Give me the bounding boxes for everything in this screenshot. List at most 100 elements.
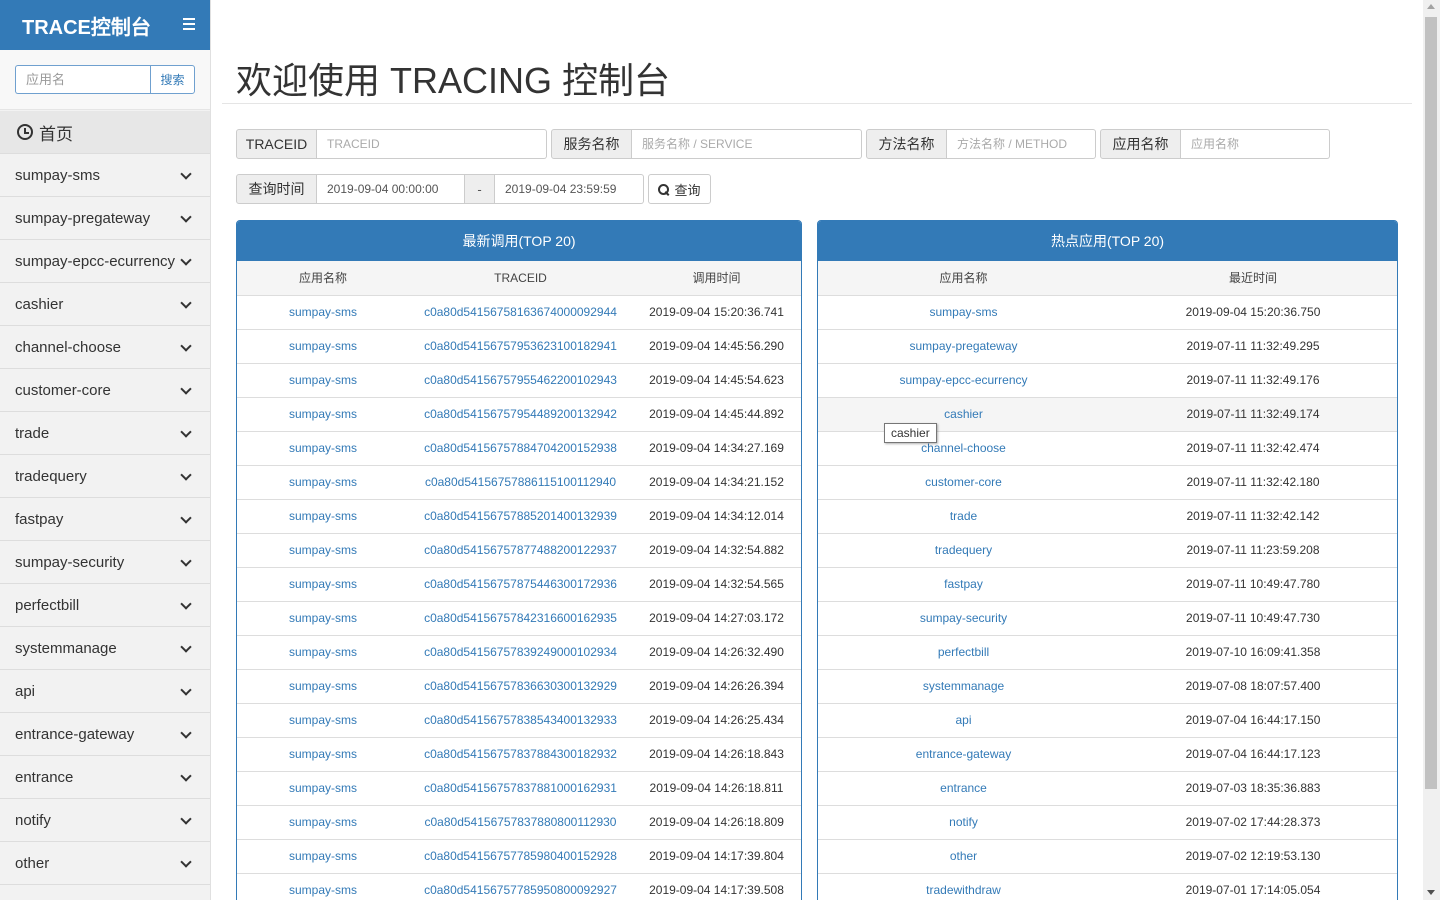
page-scrollbar[interactable] — [1423, 0, 1440, 900]
sidebar-item-sumpay-epcc-ecurrency[interactable]: sumpay-epcc-ecurrency — [0, 240, 210, 283]
traceid-link[interactable]: c0a80d54156757884704200152938 — [409, 430, 632, 465]
chevron-down-icon[interactable] — [180, 426, 192, 438]
scroll-down-arrow-icon[interactable] — [1427, 890, 1435, 895]
app-name-link[interactable]: other — [818, 838, 1109, 873]
app-search-input[interactable] — [15, 65, 150, 94]
sidebar-item-other[interactable]: other — [0, 842, 210, 885]
traceid-link[interactable]: c0a80d54156757886115100112940 — [409, 464, 632, 499]
chevron-down-icon[interactable] — [180, 555, 192, 567]
sidebar-item-home[interactable]: 首页 — [0, 111, 210, 154]
sidebar-item-api[interactable]: api — [0, 670, 210, 713]
app-name-link[interactable]: fastpay — [818, 566, 1109, 601]
app-name-link[interactable]: sumpay-sms — [237, 498, 409, 533]
app-name-link[interactable]: sumpay-sms — [237, 702, 409, 737]
chevron-down-icon[interactable] — [180, 641, 192, 653]
sidebar-item-perfectbill[interactable]: perfectbill — [0, 584, 210, 627]
app-name-link[interactable]: notify — [818, 804, 1109, 839]
app-search-button[interactable]: 搜索 — [150, 65, 195, 94]
chevron-down-icon[interactable] — [180, 383, 192, 395]
app-name-link[interactable]: sumpay-sms — [237, 532, 409, 567]
app-name-link[interactable]: entrance — [818, 770, 1109, 805]
chevron-down-icon[interactable] — [180, 856, 192, 868]
end-time-input[interactable] — [495, 174, 644, 204]
app-name-link[interactable]: sumpay-sms — [237, 294, 409, 329]
traceid-link[interactable]: c0a80d54156757839249000102934 — [409, 634, 632, 669]
app-name-link[interactable]: sumpay-sms — [237, 770, 409, 805]
app-name-link[interactable]: sumpay-sms — [237, 328, 409, 363]
app-name-link[interactable]: trade — [818, 498, 1109, 533]
sidebar-item-sumpay-pregateway[interactable]: sumpay-pregateway — [0, 197, 210, 240]
traceid-link[interactable]: c0a80d54156757785980400152928 — [409, 838, 632, 873]
traceid-link[interactable]: c0a80d54156757955462200102943 — [409, 362, 632, 397]
chevron-down-icon[interactable] — [180, 727, 192, 739]
chevron-down-icon[interactable] — [180, 340, 192, 352]
traceid-link[interactable]: c0a80d54156757875446300172936 — [409, 566, 632, 601]
traceid-link[interactable]: c0a80d54156757837884300182932 — [409, 736, 632, 771]
chevron-down-icon[interactable] — [180, 512, 192, 524]
sidebar-item-systemmanage[interactable]: systemmanage — [0, 627, 210, 670]
app-name-link[interactable]: customer-core — [818, 464, 1109, 499]
app-name-link[interactable]: sumpay-sms — [237, 362, 409, 397]
sidebar-item-sumpay-sms[interactable]: sumpay-sms — [0, 154, 210, 197]
method-input[interactable] — [947, 129, 1096, 159]
sidebar-item-fastpay[interactable]: fastpay — [0, 498, 210, 541]
sidebar-item-trade[interactable]: trade — [0, 412, 210, 455]
chevron-down-icon[interactable] — [180, 168, 192, 180]
traceid-link[interactable]: c0a80d54156757837881000162931 — [409, 770, 632, 805]
traceid-link[interactable]: c0a80d54156757837880800112930 — [409, 804, 632, 839]
traceid-link[interactable]: c0a80d54156757885201400132939 — [409, 498, 632, 533]
app-name-link[interactable]: channel-choose — [818, 430, 1109, 465]
traceid-link[interactable]: c0a80d54156757785950800092927 — [409, 872, 632, 900]
scrollbar-thumb[interactable] — [1425, 17, 1437, 789]
app-name-link[interactable]: sumpay-sms — [237, 566, 409, 601]
chevron-down-icon[interactable] — [180, 297, 192, 309]
app-name-link[interactable]: sumpay-epcc-ecurrency — [818, 362, 1109, 397]
app-name-link[interactable]: systemmanage — [818, 668, 1109, 703]
app-name-link[interactable]: sumpay-sms — [237, 464, 409, 499]
sidebar-item-sumpay-security[interactable]: sumpay-security — [0, 541, 210, 584]
sidebar-item-entrance-gateway[interactable]: entrance-gateway — [0, 713, 210, 756]
app-name-link[interactable]: sumpay-sms — [237, 668, 409, 703]
app-name-link[interactable]: sumpay-sms — [237, 396, 409, 431]
chevron-down-icon[interactable] — [180, 211, 192, 223]
app-input[interactable] — [1181, 129, 1330, 159]
service-input[interactable] — [632, 129, 862, 159]
traceid-link[interactable]: c0a80d54156757836630300132929 — [409, 668, 632, 703]
app-name-link[interactable]: tradewithdraw — [818, 872, 1109, 900]
app-name-link[interactable]: perfectbill — [818, 634, 1109, 669]
app-name-link[interactable]: sumpay-pregateway — [818, 328, 1109, 363]
sidebar-item-notify[interactable]: notify — [0, 799, 210, 842]
traceid-link[interactable]: c0a80d54156758163674000092944 — [409, 294, 632, 329]
chevron-down-icon[interactable] — [180, 254, 192, 266]
traceid-link[interactable]: c0a80d54156757842316600162935 — [409, 600, 632, 635]
sidebar-item-entrance[interactable]: entrance — [0, 756, 210, 799]
app-name-link[interactable]: api — [818, 702, 1109, 737]
app-name-link[interactable]: sumpay-sms — [237, 736, 409, 771]
sidebar-item-channel-choose[interactable]: channel-choose — [0, 326, 210, 369]
chevron-down-icon[interactable] — [180, 813, 192, 825]
hamburger-menu-icon[interactable] — [183, 18, 195, 31]
traceid-link[interactable]: c0a80d54156757838543400132933 — [409, 702, 632, 737]
scroll-up-arrow-icon[interactable] — [1427, 4, 1435, 9]
app-name-link[interactable]: sumpay-sms — [237, 430, 409, 465]
app-name-link[interactable]: sumpay-sms — [237, 600, 409, 635]
app-name-link[interactable]: sumpay-sms — [237, 838, 409, 873]
start-time-input[interactable] — [317, 174, 465, 204]
sidebar-item-tradequery[interactable]: tradequery — [0, 455, 210, 498]
app-name-link[interactable]: sumpay-sms — [237, 872, 409, 900]
chevron-down-icon[interactable] — [180, 684, 192, 696]
sidebar-item-cashier[interactable]: cashier — [0, 283, 210, 326]
traceid-link[interactable]: c0a80d54156757954489200132942 — [409, 396, 632, 431]
app-name-link[interactable]: entrance-gateway — [818, 736, 1109, 771]
app-name-link[interactable]: sumpay-sms — [237, 804, 409, 839]
traceid-link[interactable]: c0a80d54156757953623100182941 — [409, 328, 632, 363]
app-name-link[interactable]: tradequery — [818, 532, 1109, 567]
chevron-down-icon[interactable] — [180, 469, 192, 481]
chevron-down-icon[interactable] — [180, 598, 192, 610]
app-name-link[interactable]: sumpay-security — [818, 600, 1109, 635]
traceid-input[interactable] — [317, 129, 547, 159]
traceid-link[interactable]: c0a80d54156757877488200122937 — [409, 532, 632, 567]
chevron-down-icon[interactable] — [180, 770, 192, 782]
app-name-link[interactable]: sumpay-sms — [237, 634, 409, 669]
sidebar-item-customer-core[interactable]: customer-core — [0, 369, 210, 412]
